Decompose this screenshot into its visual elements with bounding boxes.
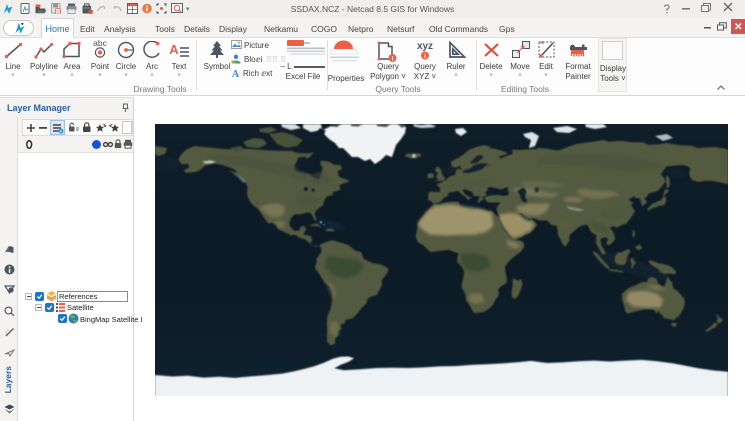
svg-text:A: A xyxy=(232,69,240,78)
svg-text:xyz: xyz xyxy=(417,41,433,52)
svg-text:abc: abc xyxy=(93,39,107,48)
svg-text:i: i xyxy=(424,53,426,60)
svg-text:A: A xyxy=(169,42,179,57)
svg-text:+: + xyxy=(60,129,63,134)
